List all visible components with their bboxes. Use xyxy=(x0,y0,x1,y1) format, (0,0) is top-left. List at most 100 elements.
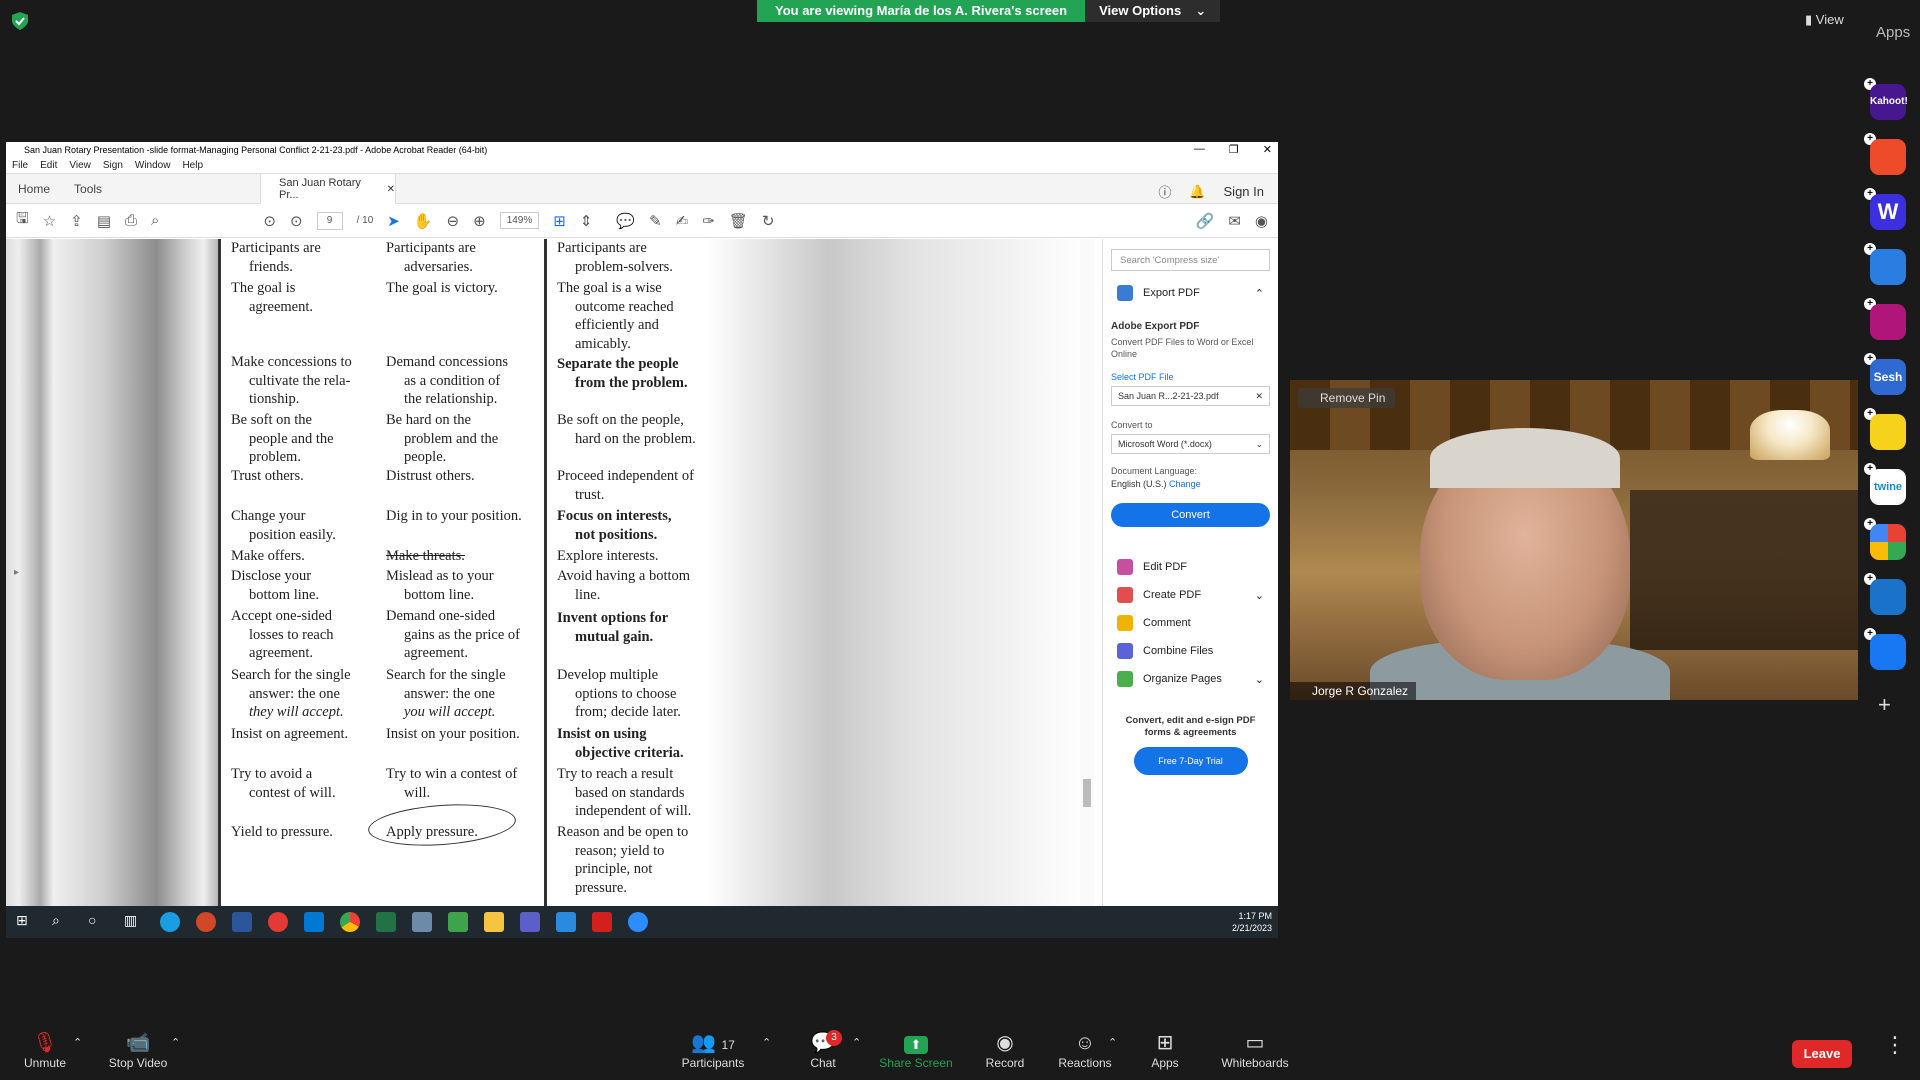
taskbar-search-icon[interactable]: ⌕ xyxy=(52,912,72,932)
menu-help[interactable]: Help xyxy=(182,160,203,171)
delete-icon[interactable]: 🗑 xyxy=(729,212,748,230)
file-explorer-icon[interactable] xyxy=(484,912,504,932)
view-button[interactable]: ▮ View xyxy=(1805,12,1844,28)
document-scrollbar[interactable] xyxy=(1080,239,1094,938)
video-options-chevron-icon[interactable]: ⌃ xyxy=(171,1036,180,1049)
security-shield-icon[interactable] xyxy=(12,12,28,30)
excel-icon[interactable] xyxy=(376,912,396,932)
outlook-icon[interactable] xyxy=(304,912,324,932)
export-pdf-header[interactable]: Export PDF ⌃ xyxy=(1103,279,1278,307)
tab-tools[interactable]: Tools xyxy=(62,182,114,196)
hand-tool-icon[interactable]: ✋ xyxy=(414,212,433,230)
app-magenta-icon[interactable] xyxy=(1870,304,1906,340)
bell-icon[interactable]: 🔔 xyxy=(1189,184,1205,200)
page-number-input[interactable]: 9 xyxy=(316,211,343,230)
share-screen-button[interactable]: ⬆ Share Screen xyxy=(871,1030,961,1070)
menu-edit[interactable]: Edit xyxy=(40,160,57,171)
star-icon[interactable]: ☆ xyxy=(43,212,56,230)
change-language-link[interactable]: Change xyxy=(1169,479,1201,489)
zoom-in-icon[interactable]: ⊕ xyxy=(473,212,486,230)
zoom-out-icon[interactable]: ⊖ xyxy=(447,212,460,230)
comment-icon[interactable]: 💬 xyxy=(616,212,635,230)
reactions-chevron-icon[interactable]: ⌃ xyxy=(1108,1036,1117,1049)
next-page-icon[interactable]: ⊙ xyxy=(290,212,303,230)
defender-icon[interactable] xyxy=(556,912,576,932)
left-panel-toggle-icon[interactable]: ▸ xyxy=(14,567,19,578)
app-blue-circle-icon[interactable] xyxy=(1870,249,1906,285)
kahoot-app-icon[interactable]: Kahoot! xyxy=(1870,84,1908,120)
save-icon[interactable]: 🖫 xyxy=(16,208,29,233)
print-icon[interactable]: ⎙ xyxy=(125,212,137,229)
rotate-icon[interactable]: ↻ xyxy=(762,212,775,230)
upload-icon[interactable]: ⇪ xyxy=(70,212,83,230)
tool-combine-files[interactable]: Combine Files xyxy=(1103,637,1278,665)
account-icon[interactable]: ◉ xyxy=(1255,212,1268,230)
app-orange-icon[interactable] xyxy=(1870,139,1906,175)
select-tool-icon[interactable]: ➤ xyxy=(387,212,400,230)
app-quad-icon[interactable] xyxy=(1870,524,1906,560)
zoom-taskbar-icon[interactable] xyxy=(628,912,648,932)
free-trial-button[interactable]: Free 7-Day Trial xyxy=(1133,747,1248,775)
selected-file-field[interactable]: San Juan R...2-21-23.pdf ✕ xyxy=(1111,386,1270,406)
chevron-down-icon[interactable]: ⌄ xyxy=(1255,673,1264,686)
app-smiley-icon[interactable] xyxy=(1870,414,1906,450)
add-app-icon[interactable]: + xyxy=(1878,692,1891,718)
highlight-icon[interactable]: ✎ xyxy=(649,212,662,230)
collapse-icon[interactable]: ⌃ xyxy=(1255,287,1264,300)
menu-window[interactable]: Window xyxy=(135,160,171,171)
scroll-mode-icon[interactable]: ⇕ xyxy=(580,212,593,230)
audio-options-chevron-icon[interactable]: ⌃ xyxy=(73,1036,82,1049)
zoom-level-select[interactable]: 149% xyxy=(499,212,540,229)
remove-pin-button[interactable]: Remove Pin xyxy=(1298,388,1396,408)
acrobat-taskbar-icon[interactable] xyxy=(592,912,612,932)
menu-sign[interactable]: Sign xyxy=(103,160,123,171)
tools-search-input[interactable]: Search 'Compress size' xyxy=(1111,249,1270,271)
record-button[interactable]: ◉ Record xyxy=(960,1030,1050,1070)
whiteboards-button[interactable]: ▭ Whiteboards xyxy=(1210,1030,1300,1070)
apps-button[interactable]: ⊞ Apps xyxy=(1120,1030,1210,1070)
draw-icon[interactable]: ✍ xyxy=(676,212,689,230)
task-view-icon[interactable]: ▥ xyxy=(124,912,144,932)
chat-chevron-icon[interactable]: ⌃ xyxy=(852,1036,861,1049)
menu-view[interactable]: View xyxy=(69,160,91,171)
prev-page-icon[interactable]: ⊙ xyxy=(263,212,276,230)
help-icon[interactable]: ⓘ xyxy=(1158,182,1171,201)
participant-video-tile[interactable]: Remove Pin Jorge R Gonzalez xyxy=(1290,380,1858,700)
search-icon[interactable]: ⌕ xyxy=(151,212,159,229)
tab-home[interactable]: Home xyxy=(6,182,62,196)
app-w-icon[interactable]: W xyxy=(1870,194,1906,230)
page-attach-icon[interactable]: ▤ xyxy=(97,212,111,230)
word-icon[interactable] xyxy=(232,912,252,932)
minimize-icon[interactable]: — xyxy=(1194,143,1205,156)
menu-file[interactable]: File xyxy=(12,160,28,171)
tool-create-pdf[interactable]: Create PDF ⌄ xyxy=(1103,581,1278,609)
convert-format-select[interactable]: Microsoft Word (*.docx) ⌄ xyxy=(1111,434,1270,454)
chevron-down-icon[interactable]: ⌄ xyxy=(1255,589,1264,602)
sign-in-button[interactable]: Sign In xyxy=(1224,184,1264,199)
app-red-icon[interactable] xyxy=(268,912,288,932)
tool-edit-pdf[interactable]: Edit PDF xyxy=(1103,553,1278,581)
leave-meeting-button[interactable]: Leave xyxy=(1792,1040,1852,1068)
tab-document[interactable]: San Juan Rotary Pr... ✕ xyxy=(260,174,396,204)
close-icon[interactable]: ✕ xyxy=(1263,143,1272,156)
scrollbar-thumb[interactable] xyxy=(1083,779,1091,807)
twine-app-icon[interactable]: twine xyxy=(1870,469,1906,505)
windows-start-icon[interactable]: ⊞ xyxy=(16,912,36,932)
calculator-icon[interactable] xyxy=(412,912,432,932)
fit-page-icon[interactable]: ⊞ xyxy=(553,212,566,230)
view-options-button[interactable]: View Options ⌄ xyxy=(1085,0,1221,22)
app-stack-icon[interactable] xyxy=(1870,634,1906,670)
participants-button[interactable]: 👥 17 Participants xyxy=(668,1030,758,1070)
share-link-icon[interactable]: 🔗 xyxy=(1196,212,1215,230)
email-icon[interactable]: ✉ xyxy=(1228,212,1241,230)
chrome-icon[interactable] xyxy=(340,912,360,932)
tool-comment[interactable]: Comment xyxy=(1103,609,1278,637)
restore-icon[interactable]: ❐ xyxy=(1229,143,1239,156)
tool-organize-pages[interactable]: Organize Pages ⌄ xyxy=(1103,665,1278,693)
close-tab-icon[interactable]: ✕ xyxy=(387,184,395,195)
app-refresh-icon[interactable] xyxy=(1870,579,1906,615)
maps-icon[interactable] xyxy=(448,912,468,932)
cortana-icon[interactable]: ○ xyxy=(88,912,108,932)
convert-button[interactable]: Convert xyxy=(1111,503,1270,527)
select-pdf-link[interactable]: Select PDF File xyxy=(1103,360,1278,382)
